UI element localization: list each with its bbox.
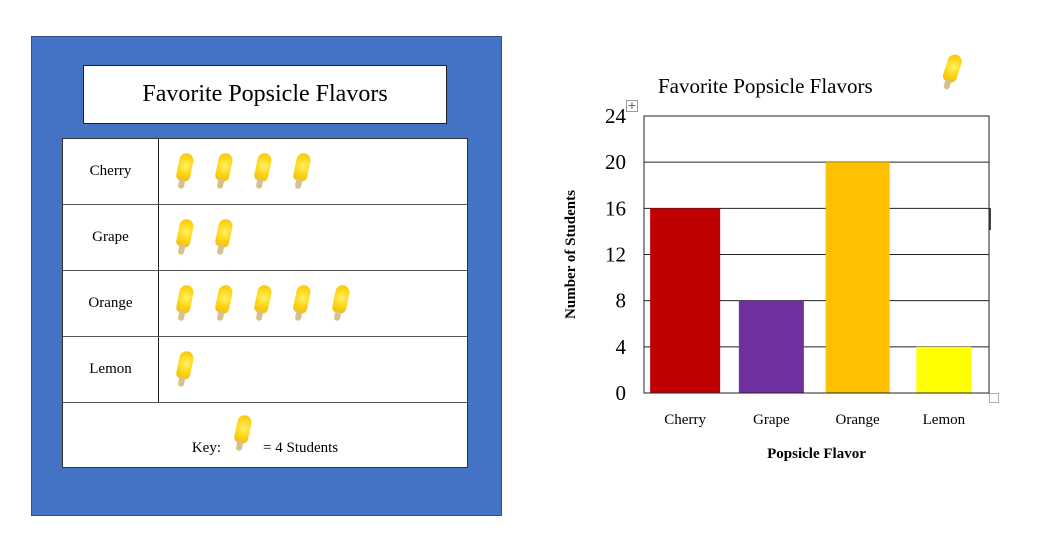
y-tick-label: 16 — [605, 196, 626, 220]
y-tick-label: 24 — [605, 104, 627, 128]
x-tick-label: Grape — [753, 412, 790, 428]
x-axis-label: Popsicle Flavor — [767, 446, 866, 462]
bar-chart: 0 4 8 12 16 20 24 Cherry Grape Orange Lemon Numbe… — [563, 104, 990, 462]
bar-grape — [738, 300, 804, 393]
bar-orange — [825, 162, 890, 393]
y-tick-label: 8 — [616, 289, 627, 313]
y-tick-labels: 0 4 8 12 16 20 24 — [605, 104, 627, 405]
x-tick-label: Orange — [836, 412, 880, 428]
x-tick-label: Lemon — [923, 412, 966, 428]
y-tick-label: 20 — [605, 150, 626, 174]
y-axis-label: Number of Students — [563, 190, 579, 319]
bar-lemon — [916, 346, 972, 393]
bar-cherry — [650, 208, 721, 393]
bars — [650, 162, 972, 393]
y-tick-label: 12 — [605, 243, 626, 267]
x-tick-labels: Cherry Grape Orange Lemon — [664, 412, 965, 428]
y-tick-label: 0 — [616, 381, 627, 405]
x-tick-label: Cherry — [664, 412, 706, 428]
y-tick-label: 4 — [616, 335, 627, 359]
